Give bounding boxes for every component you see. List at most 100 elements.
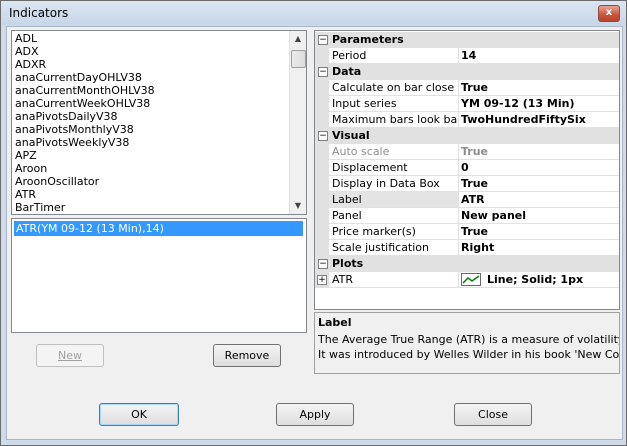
expand-icon[interactable]: + bbox=[317, 275, 327, 285]
description-line: It was introduced by Welles Wilder in hi… bbox=[318, 348, 620, 361]
list-item[interactable]: ADXR bbox=[15, 58, 46, 71]
indicator-list-scrollbar[interactable]: ▲ ▼ bbox=[289, 31, 306, 214]
title-bar[interactable]: Indicators x bbox=[1, 1, 626, 25]
list-item[interactable]: BarTimer bbox=[15, 201, 65, 214]
property-display-in-data-box[interactable]: Display in Data Box True bbox=[315, 176, 619, 192]
property-maximum-bars-look-back[interactable]: Maximum bars look back TwoHundredFiftySi… bbox=[315, 112, 619, 128]
row-gutter bbox=[315, 112, 329, 128]
ok-button-label: OK bbox=[131, 408, 147, 421]
dialog-body: ADL ADX ADXR anaCurrentDayOHLV38 anaCurr… bbox=[6, 26, 623, 440]
remove-button-label: Remove bbox=[224, 349, 270, 362]
list-item[interactable]: ATR bbox=[15, 188, 36, 201]
category-label: Visual bbox=[332, 129, 370, 142]
property-value[interactable]: YM 09-12 (13 Min) bbox=[459, 96, 619, 112]
close-window-button[interactable]: x bbox=[598, 5, 620, 22]
property-input-series[interactable]: Input series YM 09-12 (13 Min) bbox=[315, 96, 619, 112]
indicator-list[interactable]: ADL ADX ADXR anaCurrentDayOHLV38 anaCurr… bbox=[11, 30, 307, 215]
property-value-cell[interactable]: Line; Solid; 1px bbox=[459, 272, 619, 288]
category-label: Data bbox=[332, 65, 362, 78]
property-value[interactable]: TwoHundredFiftySix bbox=[459, 112, 619, 128]
ok-button[interactable]: OK bbox=[99, 403, 179, 426]
remove-button[interactable]: Remove bbox=[213, 344, 281, 367]
row-gutter bbox=[315, 176, 329, 192]
property-label[interactable]: Label ATR bbox=[315, 192, 619, 208]
row-gutter bbox=[315, 96, 329, 112]
property-value[interactable]: New panel bbox=[459, 208, 619, 224]
property-name: Panel bbox=[329, 208, 459, 224]
property-value[interactable]: Right bbox=[459, 240, 619, 256]
property-value[interactable]: 0 bbox=[459, 160, 619, 176]
list-item[interactable]: AroonOscillator bbox=[15, 175, 99, 188]
property-name: Period bbox=[329, 48, 459, 64]
row-gutter: + bbox=[315, 272, 329, 288]
close-button[interactable]: Close bbox=[454, 403, 532, 426]
property-displacement[interactable]: Displacement 0 bbox=[315, 160, 619, 176]
property-name: Maximum bars look back bbox=[329, 112, 459, 128]
description-line: The Average True Range (ATR) is a measur… bbox=[318, 333, 620, 346]
list-item[interactable]: Aroon bbox=[15, 162, 47, 175]
collapse-icon[interactable]: − bbox=[318, 67, 328, 77]
apply-button-label: Apply bbox=[299, 408, 331, 421]
property-value: True bbox=[459, 144, 619, 160]
list-item[interactable]: anaPivotsWeeklyV38 bbox=[15, 136, 129, 149]
property-name: Label bbox=[329, 192, 459, 208]
property-value[interactable]: True bbox=[459, 80, 619, 96]
property-price-markers[interactable]: Price marker(s) True bbox=[315, 224, 619, 240]
property-value[interactable]: True bbox=[459, 176, 619, 192]
property-calculate-on-bar-close[interactable]: Calculate on bar close True bbox=[315, 80, 619, 96]
list-item[interactable]: APZ bbox=[15, 149, 37, 162]
new-button[interactable]: New bbox=[36, 344, 104, 367]
property-name: Input series bbox=[329, 96, 459, 112]
property-name: Price marker(s) bbox=[329, 224, 459, 240]
property-auto-scale[interactable]: Auto scale True bbox=[315, 144, 619, 160]
property-name: Scale justification bbox=[329, 240, 459, 256]
row-gutter bbox=[315, 80, 329, 96]
list-item[interactable]: ADX bbox=[15, 45, 39, 58]
list-item[interactable]: ADL bbox=[15, 32, 37, 45]
close-button-label: Close bbox=[478, 408, 508, 421]
category-label: Parameters bbox=[332, 33, 404, 46]
list-item[interactable]: anaCurrentWeekOHLV38 bbox=[15, 97, 150, 110]
property-value: Line; Solid; 1px bbox=[487, 273, 584, 286]
line-style-icon bbox=[461, 272, 481, 286]
category-label: Plots bbox=[332, 257, 364, 270]
row-gutter bbox=[315, 192, 329, 208]
property-name: Calculate on bar close bbox=[329, 80, 459, 96]
property-description: Label The Average True Range (ATR) is a … bbox=[314, 312, 620, 374]
description-text: The Average True Range (ATR) is a measur… bbox=[318, 332, 620, 362]
applied-indicator-list[interactable]: ATR(YM 09-12 (13 Min),14) bbox=[11, 218, 307, 333]
new-button-label: New bbox=[58, 349, 82, 362]
list-item[interactable]: anaPivotsDailyV38 bbox=[15, 110, 118, 123]
property-panel[interactable]: Panel New panel bbox=[315, 208, 619, 224]
row-gutter bbox=[315, 240, 329, 256]
list-item[interactable]: anaCurrentDayOHLV38 bbox=[15, 71, 142, 84]
list-item[interactable]: anaCurrentMonthOHLV38 bbox=[15, 84, 155, 97]
row-gutter bbox=[315, 144, 329, 160]
property-value[interactable]: ATR bbox=[459, 192, 619, 208]
description-title: Label bbox=[318, 316, 352, 329]
property-value[interactable]: True bbox=[459, 224, 619, 240]
scroll-down-arrow-icon[interactable]: ▼ bbox=[290, 198, 306, 214]
row-gutter bbox=[315, 224, 329, 240]
property-scale-justification[interactable]: Scale justification Right bbox=[315, 240, 619, 256]
property-grid[interactable]: − Parameters Period 14 − Data Calculate … bbox=[314, 30, 620, 310]
property-plot-atr[interactable]: + ATR Line; Solid; 1px bbox=[315, 272, 619, 288]
applied-indicator-item[interactable]: ATR(YM 09-12 (13 Min),14) bbox=[14, 221, 303, 236]
property-name: Auto scale bbox=[329, 144, 459, 160]
scroll-up-arrow-icon[interactable]: ▲ bbox=[290, 31, 306, 47]
property-period[interactable]: Period 14 bbox=[315, 48, 619, 64]
property-value[interactable]: 14 bbox=[459, 48, 619, 64]
category-plots[interactable]: − Plots bbox=[315, 256, 619, 272]
row-gutter bbox=[315, 160, 329, 176]
category-visual[interactable]: − Visual bbox=[315, 128, 619, 144]
category-data[interactable]: − Data bbox=[315, 64, 619, 80]
collapse-icon[interactable]: − bbox=[318, 259, 328, 269]
scroll-thumb[interactable] bbox=[291, 50, 306, 68]
property-name: Display in Data Box bbox=[329, 176, 459, 192]
apply-button[interactable]: Apply bbox=[276, 403, 354, 426]
row-gutter bbox=[315, 48, 329, 64]
list-item[interactable]: anaPivotsMonthlyV38 bbox=[15, 123, 134, 136]
collapse-icon[interactable]: − bbox=[318, 35, 328, 45]
collapse-icon[interactable]: − bbox=[318, 131, 328, 141]
category-parameters[interactable]: − Parameters bbox=[315, 32, 619, 48]
